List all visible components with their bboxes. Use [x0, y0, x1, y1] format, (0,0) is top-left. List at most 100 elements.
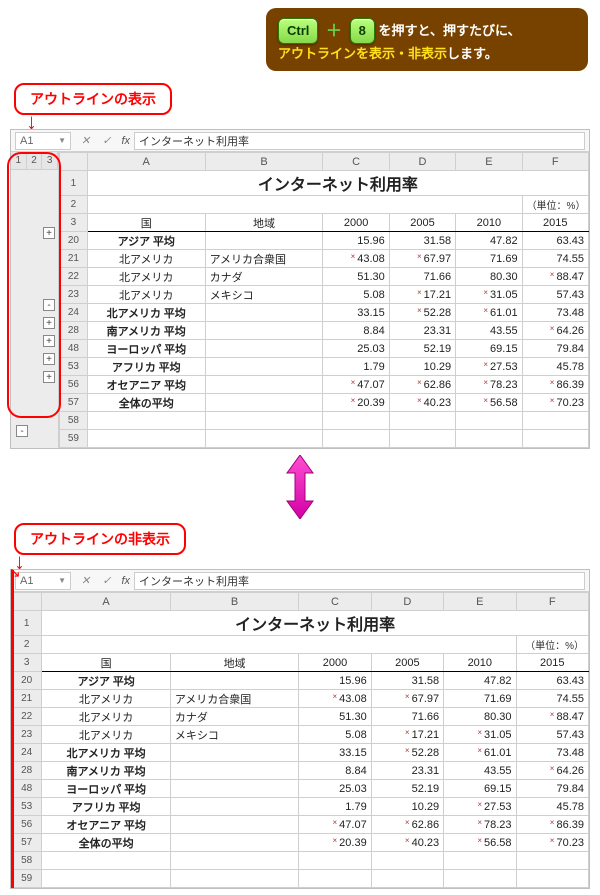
cell-country[interactable]: アフリカ 平均: [42, 798, 170, 816]
cell-region[interactable]: [205, 340, 323, 358]
cell-value[interactable]: 1.79: [299, 798, 371, 816]
cell-value[interactable]: 74.55: [516, 690, 588, 708]
cell-value[interactable]: 71.69: [456, 250, 522, 268]
column-header[interactable]: A: [87, 153, 205, 171]
formula-input[interactable]: インターネット利用率: [134, 132, 585, 150]
cell-value[interactable]: 69.15: [456, 340, 522, 358]
cell-value[interactable]: 71.66: [389, 268, 455, 286]
cell-value[interactable]: 31.58: [371, 672, 443, 690]
outline-level-2[interactable]: 2: [27, 152, 43, 169]
cell-value[interactable]: 64.26: [516, 762, 588, 780]
cell-value[interactable]: 88.47: [522, 268, 588, 286]
cell-value[interactable]: 67.97: [371, 690, 443, 708]
cell-region[interactable]: [205, 232, 323, 250]
cell-value[interactable]: 8.84: [323, 322, 389, 340]
column-header[interactable]: E: [444, 593, 516, 611]
outline-level-1[interactable]: 1: [11, 152, 27, 169]
cell-region[interactable]: [170, 744, 298, 762]
cell-value[interactable]: 88.47: [516, 708, 588, 726]
cell-value[interactable]: 8.84: [299, 762, 371, 780]
cell-region[interactable]: [205, 376, 323, 394]
worksheet[interactable]: ABCDEF 1インターネット利用率2（単位：%）3国地域20002005201…: [59, 152, 589, 448]
cell-value[interactable]: 52.28: [389, 304, 455, 322]
cell-region[interactable]: [170, 798, 298, 816]
cancel-icon[interactable]: ✕: [75, 574, 96, 587]
cell-value[interactable]: 64.26: [522, 322, 588, 340]
cell-region[interactable]: カナダ: [170, 708, 298, 726]
formula-input[interactable]: インターネット利用率: [134, 572, 585, 590]
cell-value[interactable]: 20.39: [323, 394, 389, 412]
column-header[interactable]: E: [456, 153, 522, 171]
cell-region[interactable]: [205, 358, 323, 376]
cell-value[interactable]: 71.69: [444, 690, 516, 708]
column-header[interactable]: F: [522, 153, 588, 171]
cell-region[interactable]: [170, 780, 298, 798]
cell-region[interactable]: [170, 816, 298, 834]
cell-value[interactable]: 61.01: [456, 304, 522, 322]
cell-region[interactable]: メキシコ: [205, 286, 323, 304]
name-box[interactable]: A1 ▼: [15, 572, 71, 590]
worksheet[interactable]: ABCDEF 1インターネット利用率2（単位：%）3国地域20002005201…: [11, 592, 589, 888]
outline-expand-button[interactable]: +: [43, 353, 55, 365]
row-header[interactable]: 22: [60, 268, 88, 286]
row-header[interactable]: 2: [60, 196, 88, 214]
cell-value[interactable]: 52.19: [371, 780, 443, 798]
column-header[interactable]: C: [299, 593, 371, 611]
cell-country[interactable]: オセアニア 平均: [87, 376, 205, 394]
cell-value[interactable]: 33.15: [299, 744, 371, 762]
cell-country[interactable]: 北アメリカ: [87, 250, 205, 268]
cell-region[interactable]: [205, 322, 323, 340]
outline-expand-button[interactable]: +: [43, 371, 55, 383]
outline-collapse-button[interactable]: -: [16, 425, 28, 437]
cell-value[interactable]: 27.53: [444, 798, 516, 816]
cell-region[interactable]: アメリカ合衆国: [170, 690, 298, 708]
column-header[interactable]: A: [42, 593, 170, 611]
column-header[interactable]: F: [516, 593, 588, 611]
row-header[interactable]: 59: [12, 870, 42, 888]
cell-country[interactable]: 北アメリカ: [42, 726, 170, 744]
cell-value[interactable]: 43.55: [444, 762, 516, 780]
cell-value[interactable]: 31.58: [389, 232, 455, 250]
cell-value[interactable]: 52.28: [371, 744, 443, 762]
cell-region[interactable]: [170, 672, 298, 690]
cell-country[interactable]: オセアニア 平均: [42, 816, 170, 834]
cell-value[interactable]: 63.43: [522, 232, 588, 250]
cell-value[interactable]: 57.43: [522, 286, 588, 304]
row-header[interactable]: 1: [12, 611, 42, 636]
row-header[interactable]: 57: [60, 394, 88, 412]
cell-country[interactable]: 北アメリカ 平均: [42, 744, 170, 762]
cell-country[interactable]: アジア 平均: [87, 232, 205, 250]
cell-value[interactable]: 52.19: [389, 340, 455, 358]
outline-expand-button[interactable]: +: [43, 335, 55, 347]
cell-country[interactable]: 北アメリカ: [42, 708, 170, 726]
cell-value[interactable]: 56.58: [444, 834, 516, 852]
cell-value[interactable]: 31.05: [456, 286, 522, 304]
row-header[interactable]: 21: [12, 690, 42, 708]
cell-value[interactable]: 33.15: [323, 304, 389, 322]
row-header[interactable]: 23: [12, 726, 42, 744]
row-header[interactable]: 28: [12, 762, 42, 780]
cell-value[interactable]: 25.03: [323, 340, 389, 358]
column-header[interactable]: D: [389, 153, 455, 171]
column-header[interactable]: B: [205, 153, 323, 171]
cell-country[interactable]: アフリカ 平均: [87, 358, 205, 376]
fx-icon[interactable]: fx: [117, 135, 134, 147]
fx-icon[interactable]: fx: [117, 575, 134, 587]
cell-value[interactable]: 17.21: [371, 726, 443, 744]
cell-value[interactable]: 10.29: [371, 798, 443, 816]
cell-value[interactable]: 15.96: [323, 232, 389, 250]
cell-value[interactable]: 20.39: [299, 834, 371, 852]
cell-country[interactable]: ヨーロッパ 平均: [42, 780, 170, 798]
row-header[interactable]: 28: [60, 322, 88, 340]
cell-country[interactable]: 南アメリカ 平均: [42, 762, 170, 780]
cell-value[interactable]: 70.23: [522, 394, 588, 412]
cell-country[interactable]: ヨーロッパ 平均: [87, 340, 205, 358]
row-header[interactable]: 3: [60, 214, 88, 232]
cell-value[interactable]: 62.86: [389, 376, 455, 394]
cell-region[interactable]: メキシコ: [170, 726, 298, 744]
cell-value[interactable]: 15.96: [299, 672, 371, 690]
cell-country[interactable]: 南アメリカ 平均: [87, 322, 205, 340]
cell-value[interactable]: 47.07: [323, 376, 389, 394]
cell-country[interactable]: 全体の平均: [42, 834, 170, 852]
cell-value[interactable]: 45.78: [522, 358, 588, 376]
